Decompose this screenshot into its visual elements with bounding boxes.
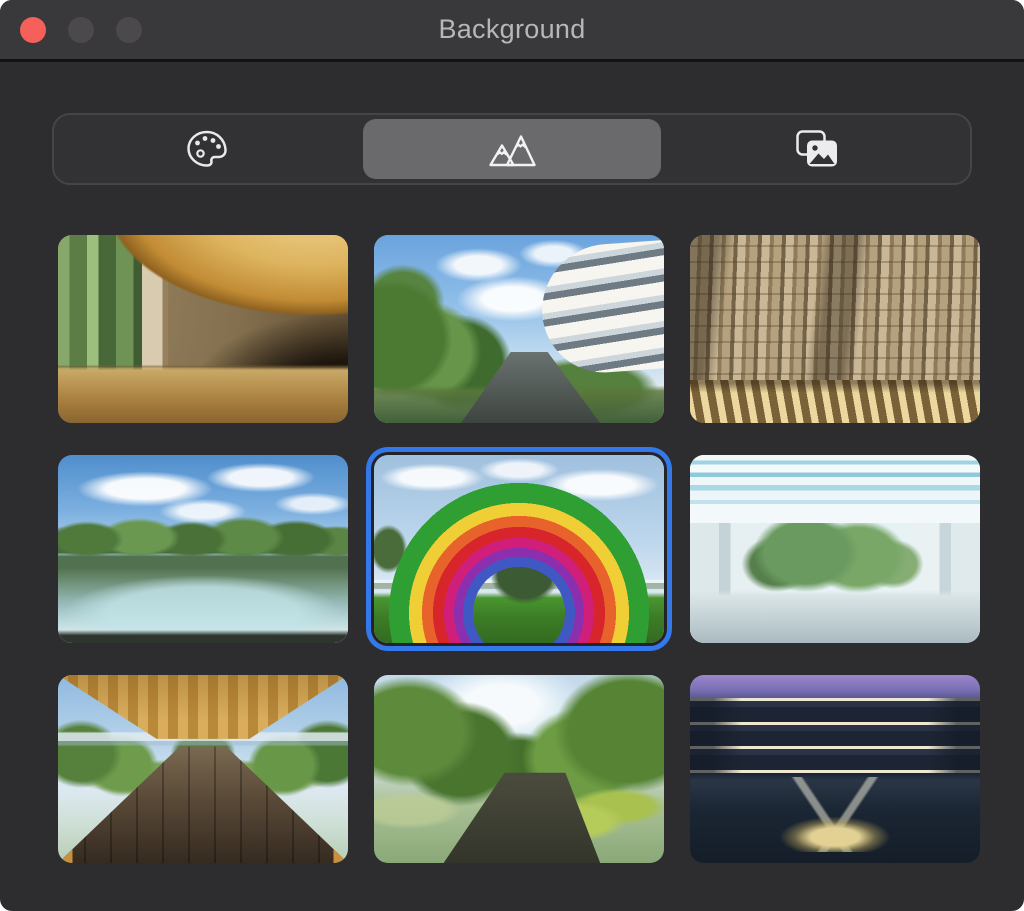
thumbnail-art [58, 675, 348, 863]
thumbnail-wood-spiral-staircase[interactable] [58, 235, 348, 423]
wallpaper-grid [58, 235, 980, 863]
thumbnail-pond-reflection[interactable] [58, 455, 348, 643]
thumbnail-art [58, 455, 348, 643]
thumbnail-apple-park-exterior-path[interactable] [374, 235, 664, 423]
thumbnail-wooden-canopy-walkway[interactable] [58, 675, 348, 863]
tab-photos[interactable] [665, 115, 970, 183]
photos-icon [794, 128, 840, 170]
zoom-button[interactable] [116, 17, 142, 43]
thumbnail-art [690, 675, 980, 863]
thumbnail-glass-atrium[interactable] [690, 455, 980, 643]
thumbnail-stone-wall-light-stripes[interactable] [690, 235, 980, 423]
traffic-lights [20, 0, 142, 59]
thumbnail-art [690, 455, 980, 643]
close-button[interactable] [20, 17, 46, 43]
thumbnail-art [374, 235, 664, 423]
window-title: Background [438, 14, 585, 45]
tab-landscapes[interactable] [359, 115, 664, 183]
thumbnail-art [374, 675, 664, 863]
titlebar: Background [0, 0, 1024, 62]
minimize-button[interactable] [68, 17, 94, 43]
thumbnail-art [374, 455, 664, 643]
thumbnail-garden-path[interactable] [374, 675, 664, 863]
thumbnail-art [58, 235, 348, 423]
background-picker-window: Background [0, 0, 1024, 911]
mountains-icon [488, 129, 536, 169]
background-type-tabs [52, 113, 972, 185]
thumbnail-building-at-dusk[interactable] [690, 675, 980, 863]
thumbnail-art [690, 235, 980, 423]
tab-colors[interactable] [54, 115, 359, 183]
palette-icon [185, 129, 229, 169]
thumbnail-rainbow-stage[interactable] [374, 455, 664, 643]
